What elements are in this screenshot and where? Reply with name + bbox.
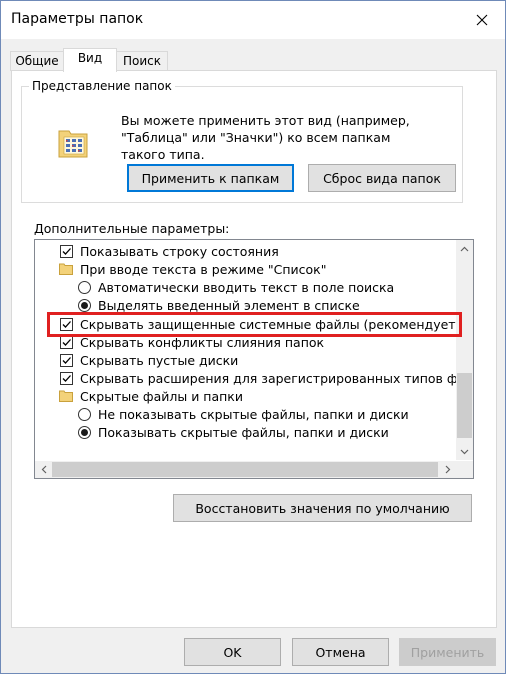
folder-view-group-label: Представление папок xyxy=(32,79,172,93)
folder-view-icon xyxy=(58,130,88,158)
chevron-up-icon xyxy=(460,246,469,251)
radio-button[interactable] xyxy=(78,426,91,439)
close-icon xyxy=(476,14,488,26)
close-button[interactable] xyxy=(459,1,505,39)
tab-general[interactable]: Общие xyxy=(10,51,64,71)
radio-button[interactable] xyxy=(78,299,91,312)
checkmark-icon xyxy=(62,339,71,346)
folder-icon xyxy=(59,263,73,275)
title-bar: Параметры папок xyxy=(1,1,505,39)
list-item-label: Скрывать пустые диски xyxy=(80,353,239,368)
chevron-down-icon xyxy=(460,449,469,454)
checkbox[interactable] xyxy=(60,245,73,258)
restore-defaults-button[interactable]: Восстановить значения по умолчанию xyxy=(173,494,472,522)
radio-button[interactable] xyxy=(78,408,91,421)
list-item-label: Скрывать конфликты слияния папок xyxy=(80,335,325,350)
folder-view-description: Вы можете применить этот вид (например, … xyxy=(121,112,461,163)
description-line: Вы можете применить этот вид (например, xyxy=(121,113,410,128)
checkbox[interactable] xyxy=(60,372,73,385)
folder-options-dialog: Параметры папок Общие Вид Поиск Представ… xyxy=(0,0,506,674)
list-item-label: Показывать скрытые файлы, папки и диски xyxy=(98,425,389,440)
radio-button[interactable] xyxy=(78,281,91,294)
chevron-right-icon xyxy=(445,465,450,474)
tab-search[interactable]: Поиск xyxy=(116,51,168,71)
scroll-down-button[interactable] xyxy=(456,443,473,460)
folder-icon xyxy=(59,390,73,402)
reset-folders-button[interactable]: Сброс вида папок xyxy=(308,164,456,192)
window-title: Параметры папок xyxy=(11,11,144,27)
list-item-label: Скрытые файлы и папки xyxy=(80,389,243,404)
vertical-scrollbar[interactable] xyxy=(456,240,473,460)
checkmark-icon xyxy=(62,321,71,328)
checkmark-icon xyxy=(62,248,71,255)
scroll-up-button[interactable] xyxy=(456,240,473,257)
list-item-label: При вводе текста в режиме "Список" xyxy=(80,262,327,277)
checkbox[interactable] xyxy=(60,354,73,367)
ok-button[interactable]: OK xyxy=(184,638,281,666)
list-item-label: Скрывать защищенные системные файлы (рек… xyxy=(80,317,463,332)
description-line: такого типа. xyxy=(121,147,205,162)
checkmark-icon xyxy=(62,357,71,364)
checkbox[interactable] xyxy=(60,318,73,331)
horizontal-scroll-thumb[interactable] xyxy=(52,462,438,477)
advanced-settings-list[interactable]: Показывать строку состояния При вводе те… xyxy=(34,239,474,479)
list-item-label: Выделять введенный элемент в списке xyxy=(98,298,360,313)
apply-to-folders-button[interactable]: Применить к папкам xyxy=(127,164,294,192)
vertical-scroll-thumb[interactable] xyxy=(457,373,472,438)
advanced-settings-label: Дополнительные параметры: xyxy=(34,221,230,236)
list-item-label: Автоматически вводить текст в поле поиск… xyxy=(98,280,395,295)
apply-button: Применить xyxy=(399,638,496,666)
checkbox[interactable] xyxy=(60,336,73,349)
tab-view[interactable]: Вид xyxy=(63,48,117,72)
list-item-label: Показывать строку состояния xyxy=(80,244,279,259)
checkmark-icon xyxy=(62,375,71,382)
scroll-right-button[interactable] xyxy=(439,461,456,478)
list-item-label: Скрывать расширения для зарегистрированн… xyxy=(80,371,466,386)
horizontal-scrollbar[interactable] xyxy=(35,461,473,478)
chevron-left-icon xyxy=(41,465,46,474)
cancel-button[interactable]: Отмена xyxy=(292,638,389,666)
description-line: "Таблица" или "Значки") ко всем папкам xyxy=(121,130,391,145)
list-item-label: Не показывать скрытые файлы, папки и дис… xyxy=(98,407,409,422)
scroll-left-button[interactable] xyxy=(35,461,52,478)
